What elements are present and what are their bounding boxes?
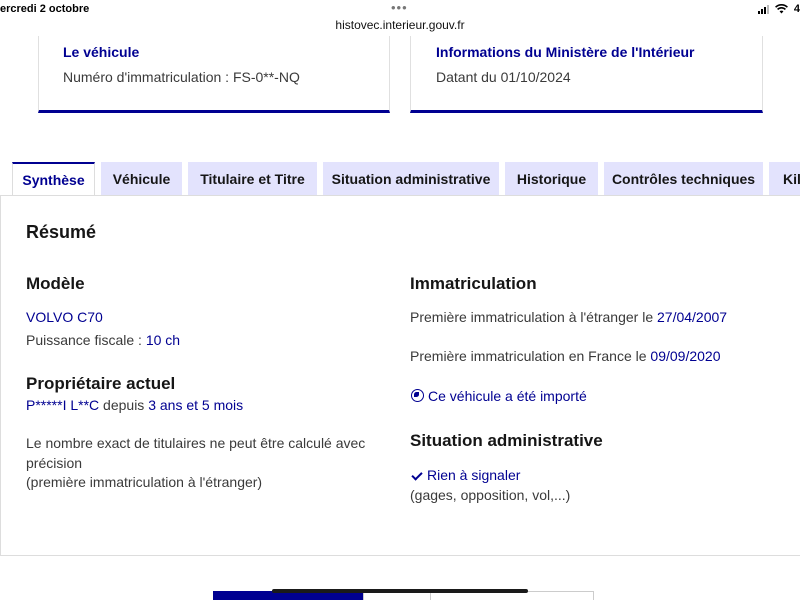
owner-name: P*****I L**C — [26, 397, 100, 413]
admin-details: (gages, opposition, vol,...) — [410, 487, 571, 503]
url-bar[interactable]: histovec.interieur.gouv.fr — [0, 18, 800, 32]
france-registration-date: 09/09/2020 — [650, 348, 721, 364]
admin-heading: Situation administrative — [410, 431, 603, 450]
status-date: ercredi 2 octobre — [0, 3, 90, 15]
foreign-registration: Première immatriculation à l'étranger le… — [410, 307, 727, 327]
france-registration-label: Première immatriculation en France le — [410, 348, 651, 364]
model-name: VOLVO C70 — [26, 309, 103, 325]
ministry-card-title: Informations du Ministère de l'Intérieur — [436, 44, 695, 60]
owner-info: P*****I L**C depuis 3 ans et 5 mois — [26, 395, 243, 415]
registration-number: Numéro d'immatriculation : FS-0**-NQ — [63, 69, 300, 85]
owner-duration: 3 ans et 5 mois — [148, 397, 244, 413]
fiscal-power: Puissance fiscale : 10 ch — [26, 330, 180, 350]
foreign-registration-date: 27/04/2007 — [657, 309, 728, 325]
signal-icon — [757, 4, 769, 14]
owner-note-line2: précision — [26, 455, 83, 471]
model-heading: Modèle — [26, 274, 85, 293]
imported-vehicle-link[interactable]: Ce véhicule a été importé — [411, 386, 587, 406]
status-icons: 4 — [757, 3, 800, 15]
tab-kilometrage[interactable]: Kilo — [769, 162, 800, 195]
browser-menu-dots[interactable]: ••• — [391, 0, 408, 15]
admin-status-link[interactable]: Rien à signaler — [411, 465, 520, 485]
owner-since-label: depuis — [99, 397, 149, 413]
check-icon — [411, 469, 423, 481]
data-date: Datant du 01/10/2024 — [436, 69, 571, 85]
tab-historique[interactable]: Historique — [505, 162, 598, 195]
owner-note-line3: (première immatriculation à l'étranger) — [26, 474, 263, 490]
fiscal-power-value: 10 ch — [145, 332, 181, 348]
vehicle-card-title: Le véhicule — [63, 44, 140, 60]
owner-heading: Propriétaire actuel — [26, 374, 176, 393]
home-indicator[interactable] — [272, 589, 528, 593]
status-bar: ercredi 2 octobre ••• histovec.interieur… — [0, 0, 800, 36]
tab-vehicule[interactable]: Véhicule — [101, 162, 182, 195]
tab-situation-administrative[interactable]: Situation administrative — [323, 162, 499, 195]
foreign-registration-label: Première immatriculation à l'étranger le — [410, 309, 657, 325]
tab-synthese[interactable]: Synthèse — [12, 162, 95, 196]
fiscal-power-label: Puissance fiscale : — [26, 332, 146, 348]
wifi-icon — [774, 4, 788, 14]
summary-heading: Résumé — [26, 222, 97, 242]
summary-panel: Résumé Modèle VOLVO C70 Puissance fiscal… — [0, 195, 800, 556]
france-registration: Première immatriculation en France le 09… — [410, 346, 721, 366]
battery-percent: 4 — [793, 3, 800, 15]
registration-heading: Immatriculation — [410, 274, 537, 293]
admin-status: Rien à signaler — [427, 467, 521, 483]
tab-bar: Synthèse Véhicule Titulaire et Titre Sit… — [12, 162, 800, 196]
globe-icon — [411, 389, 424, 402]
ministry-card: Informations du Ministère de l'Intérieur… — [410, 36, 763, 113]
tab-titulaire[interactable]: Titulaire et Titre — [188, 162, 317, 195]
owner-note-line1: Le nombre exact de titulaires ne peut êt… — [26, 435, 366, 451]
tab-controles-techniques[interactable]: Contrôles techniques — [604, 162, 763, 195]
vehicle-card: Le véhicule Numéro d'immatriculation : F… — [38, 36, 390, 113]
imported-vehicle-label: Ce véhicule a été importé — [428, 388, 587, 404]
